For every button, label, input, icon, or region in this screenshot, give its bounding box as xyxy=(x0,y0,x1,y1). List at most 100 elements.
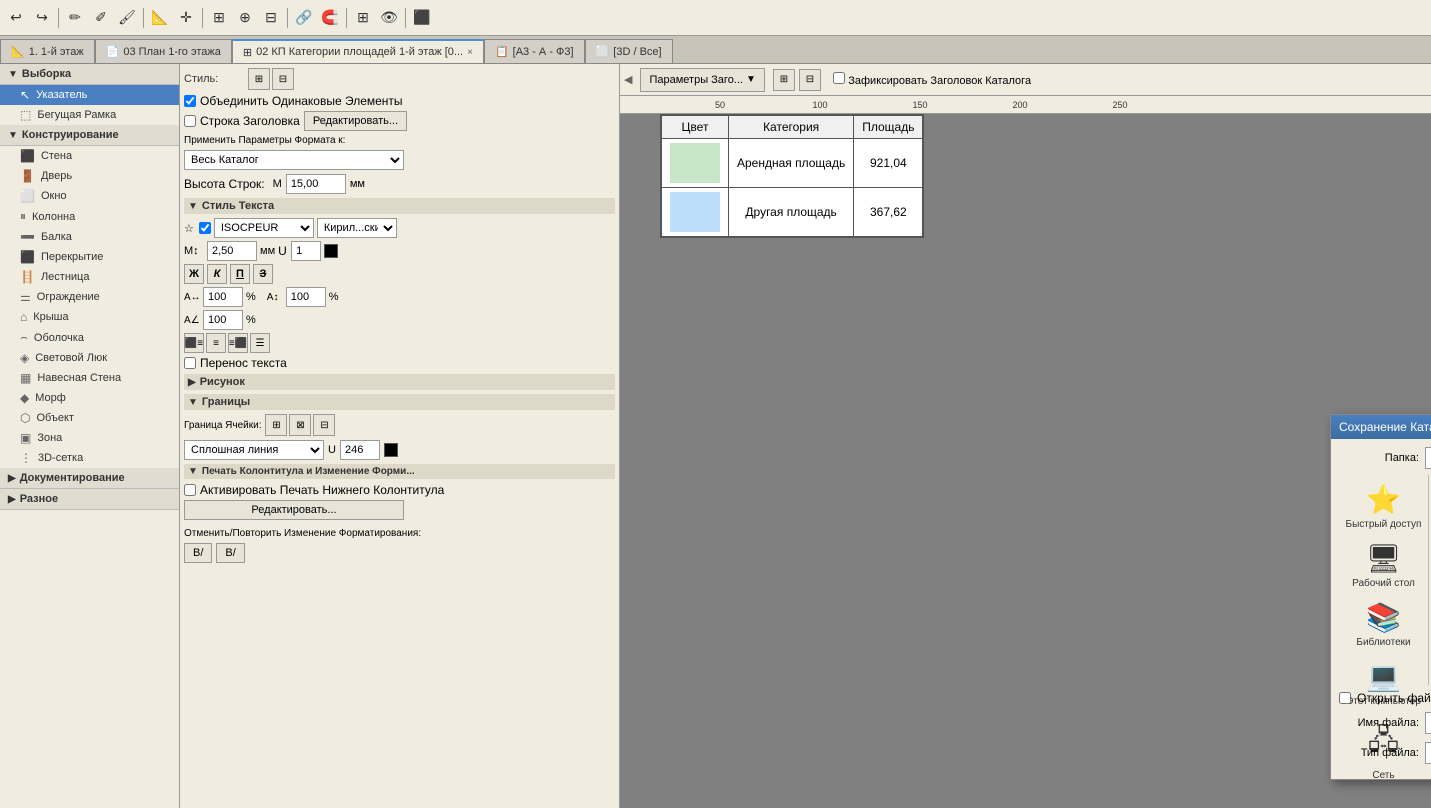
link-icon[interactable]: 🔗 xyxy=(292,6,316,30)
align-left-btn[interactable]: ⬛≡ xyxy=(184,333,204,353)
sidebar-item-skylight[interactable]: ◈ Световой Люк xyxy=(0,348,179,368)
sidebar-item-door[interactable]: 🚪 Дверь xyxy=(0,166,179,186)
filetype-select[interactable]: Книга Excel (*.xlsx) xyxy=(1425,742,1431,764)
scale-c-input[interactable] xyxy=(203,310,243,330)
combine-checkbox[interactable] xyxy=(184,95,196,107)
print-activate-checkbox[interactable] xyxy=(184,484,196,496)
sidebar-item-mesh[interactable]: ⋮ 3D-сетка xyxy=(0,448,179,468)
strikethrough-btn[interactable]: З xyxy=(253,264,273,284)
scale-a-input[interactable] xyxy=(203,287,243,307)
sidebar-item-railing[interactable]: ⚌ Ограждение xyxy=(0,287,179,307)
scale-b-input[interactable] xyxy=(286,287,326,307)
snap-icon[interactable]: ⊟ xyxy=(259,6,283,30)
print-section-title: ▼ Печать Колонтитула и Изменение Форми..… xyxy=(184,464,615,479)
underline-btn[interactable]: П xyxy=(230,264,250,284)
border-icon-3[interactable]: ⊟ xyxy=(313,414,335,436)
filename-input[interactable]: 02 КП Категории площадей 1-й этаж.xlsx xyxy=(1425,712,1431,734)
border-icon-1[interactable]: ⊞ xyxy=(265,414,287,436)
pencil-icon[interactable]: ✐ xyxy=(89,6,113,30)
sidebar-item-slab[interactable]: ⬛ Перекрытие xyxy=(0,247,179,267)
libraries-icon: 📚 xyxy=(1366,601,1401,634)
redo-format-btn[interactable]: B/ xyxy=(216,543,244,563)
sidebar-item-wall[interactable]: ⬛ Стена xyxy=(0,146,179,166)
desktop-item[interactable]: 🖥 Рабочий стол xyxy=(1352,542,1415,589)
move-icon[interactable]: ✛ xyxy=(174,6,198,30)
quick-access-item[interactable]: ⭐ Быстрый доступ xyxy=(1346,483,1422,530)
sidebar-section-construction[interactable]: ▼ Конструирование xyxy=(0,125,179,146)
sidebar-item-roof[interactable]: ⌂ Крыша xyxy=(0,307,179,327)
font-select[interactable]: ISOCPEUR xyxy=(214,218,314,238)
sidebar-item-morph[interactable]: ◆ Морф xyxy=(0,388,179,408)
border-icon-2[interactable]: ⊠ xyxy=(289,414,311,436)
italic-btn[interactable]: К xyxy=(207,264,227,284)
sidebar-item-pointer[interactable]: ↖ Указатель xyxy=(0,85,179,105)
grid-style-btn-2[interactable]: ⊟ xyxy=(272,68,294,90)
tab-3d[interactable]: ⬜ [3D / Все] xyxy=(585,39,673,63)
open-after-save-checkbox[interactable] xyxy=(1339,692,1351,704)
sidebar-item-beam[interactable]: ➖ Балка xyxy=(0,227,179,247)
border-U-icon: U xyxy=(328,444,336,456)
align-center-btn[interactable]: ≡ xyxy=(206,333,226,353)
grid-style-btn-1[interactable]: ⊞ xyxy=(248,68,270,90)
angle-icon[interactable]: 📐 xyxy=(148,6,172,30)
collapse-arrow[interactable]: ◀ xyxy=(624,73,632,86)
sidebar-item-window[interactable]: ⬜ Окно xyxy=(0,186,179,206)
word-wrap-checkbox[interactable] xyxy=(184,357,196,369)
tab-3d-icon: ⬜ xyxy=(596,45,610,58)
sidebar-item-stair[interactable]: 🪜 Лестница xyxy=(0,267,179,287)
text-style-arrow: ▼ xyxy=(188,201,198,212)
tab-plan-1[interactable]: 📄 03 План 1-го этажа xyxy=(95,39,232,63)
bold-btn[interactable]: Ж xyxy=(184,264,204,284)
magnet-icon[interactable]: 🧲 xyxy=(318,6,342,30)
header-checkbox[interactable] xyxy=(184,115,196,127)
row-height-input[interactable] xyxy=(286,174,346,194)
tab-categories-close[interactable]: × xyxy=(467,47,473,58)
ruler-mark-150: 150 xyxy=(912,100,927,110)
lock-header-checkbox[interactable] xyxy=(833,72,845,84)
tab-floor-plan[interactable]: 📐 1. 1-й этаж xyxy=(0,39,95,63)
brush-icon[interactable]: 🖌 xyxy=(115,6,139,30)
undo-format-btn[interactable]: B/ xyxy=(184,543,212,563)
sidebar-section-documentation[interactable]: ▶ Документирование xyxy=(0,468,179,489)
sidebar-item-object[interactable]: ⬡ Объект xyxy=(0,408,179,428)
script-select[interactable]: Кирил...ский xyxy=(317,218,397,238)
crosshair-icon[interactable]: ⊕ xyxy=(233,6,257,30)
sidebar-item-marquee[interactable]: ⬚ Бегущая Рамка xyxy=(0,105,179,125)
filetype-label: Тип файла: xyxy=(1339,747,1419,759)
print-edit-button[interactable]: Редактировать... xyxy=(184,500,404,520)
tab-categories[interactable]: ⊞ 02 КП Категории площадей 1-й этаж [0..… xyxy=(232,39,484,63)
undo-icon[interactable]: ↩ xyxy=(4,6,28,30)
border-style-select[interactable]: Сплошная линия xyxy=(184,440,324,460)
redo-icon[interactable]: ↪ xyxy=(30,6,54,30)
sidebar-section-selection[interactable]: ▼ Выборка xyxy=(0,64,179,85)
sidebar-item-zone[interactable]: ▣ Зона xyxy=(0,428,179,448)
font-checkbox[interactable] xyxy=(199,222,211,234)
sidebar-item-shell[interactable]: ⌢ Оболочка xyxy=(0,327,179,348)
params-icon-2[interactable]: ⊟ xyxy=(799,69,821,91)
libraries-item[interactable]: 📚 Библиотеки xyxy=(1356,601,1410,648)
align-right-btn[interactable]: ≡⬛ xyxy=(228,333,248,353)
params-button[interactable]: Параметры Заго... ▼ xyxy=(640,68,764,92)
spacing-input[interactable] xyxy=(291,241,321,261)
grid-icon[interactable]: ⊞ xyxy=(207,6,231,30)
lock-header-label: Зафиксировать Заголовок Каталога xyxy=(848,75,1031,87)
folder-row: Папка: Excel ← ↑ 📁 ☰ xyxy=(1339,447,1431,469)
font-size-input[interactable] xyxy=(207,241,257,261)
sidebar-item-curtwall[interactable]: ▦ Навесная Стена xyxy=(0,368,179,388)
folder-select[interactable]: Excel xyxy=(1425,447,1431,469)
select-icon[interactable]: ⬛ xyxy=(410,6,434,30)
apply-select[interactable]: Весь Каталог xyxy=(184,150,404,170)
layer-icon[interactable]: ⊞ xyxy=(351,6,375,30)
border-value-input[interactable] xyxy=(340,440,380,460)
pen-icon[interactable]: ✏ xyxy=(63,6,87,30)
view-icon[interactable]: 👁 xyxy=(377,6,401,30)
catalog-cell-area-1: 921,04 xyxy=(854,139,923,188)
align-justify-btn[interactable]: ☰ xyxy=(250,333,270,353)
edit-button[interactable]: Редактировать... xyxy=(304,111,407,131)
tab-a3[interactable]: 📋 [А3 - А - Ф3] xyxy=(484,39,585,63)
sidebar-section-misc[interactable]: ▶ Разное xyxy=(0,489,179,510)
sidebar-item-column[interactable]: ⏸ Колонна xyxy=(0,206,179,227)
catalog-cell-category-1: Арендная площадь xyxy=(729,139,854,188)
params-icon-1[interactable]: ⊞ xyxy=(773,69,795,91)
tab-a3-label: [А3 - А - Ф3] xyxy=(513,46,574,58)
